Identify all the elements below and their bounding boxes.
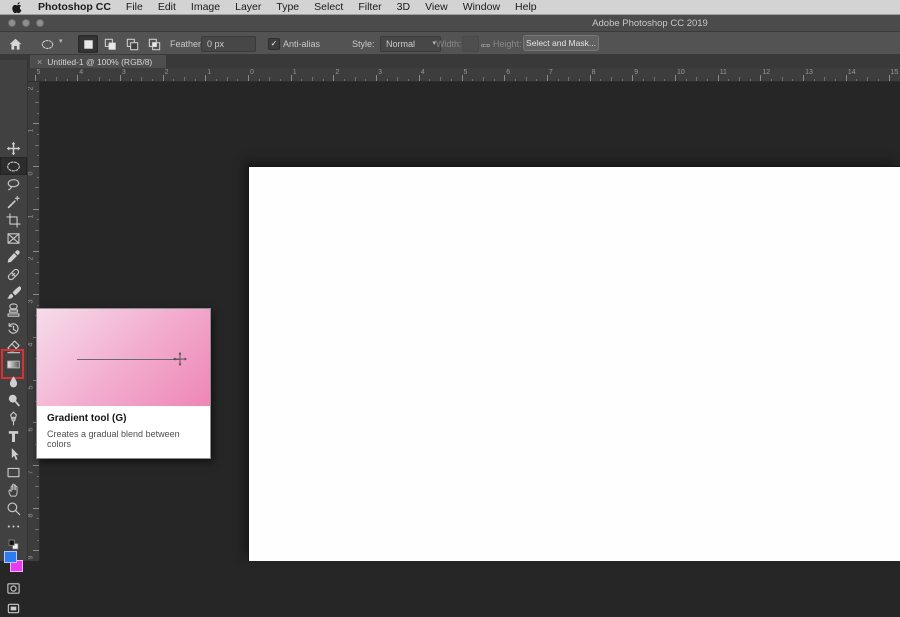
photoshop-window: Photoshop CC File Edit Image Layer Type Selec… bbox=[0, 0, 900, 561]
hand-tool[interactable] bbox=[0, 481, 27, 499]
feather-input[interactable]: 0 px bbox=[201, 36, 256, 52]
move-tool[interactable] bbox=[0, 139, 27, 157]
subtract-from-selection-button[interactable] bbox=[122, 35, 142, 53]
intersect-selection-button[interactable] bbox=[144, 35, 164, 53]
menu-bar: Photoshop CC File Edit Image Layer Type Selec… bbox=[0, 0, 900, 15]
quick-selection-tool[interactable] bbox=[0, 193, 27, 211]
menu-item-3d[interactable]: 3D bbox=[397, 1, 410, 13]
width-label: Width: bbox=[436, 39, 462, 49]
style-dropdown[interactable]: Normal ▾ bbox=[380, 36, 441, 52]
anti-alias-checkbox[interactable]: ✓ bbox=[268, 38, 280, 50]
options-bar: ▾ Feather: 0 px ✓ Anti-alias Style: Norm… bbox=[0, 31, 900, 55]
menu-item-help[interactable]: Help bbox=[515, 1, 537, 13]
gradient-drag-line bbox=[77, 359, 179, 360]
close-tab-icon[interactable]: × bbox=[37, 57, 42, 67]
healing-brush-tool[interactable] bbox=[0, 265, 27, 283]
add-to-selection-button[interactable] bbox=[100, 35, 120, 53]
link-dimensions-icon[interactable] bbox=[480, 38, 491, 56]
tool-preset-icon[interactable] bbox=[40, 37, 55, 57]
style-label: Style: bbox=[352, 39, 375, 49]
type-tool[interactable] bbox=[0, 427, 27, 445]
menu-item-layer[interactable]: Layer bbox=[235, 1, 261, 13]
eyedropper-tool[interactable] bbox=[0, 247, 27, 265]
gradient-tool-tooltip: Gradient tool (G) Creates a gradual blen… bbox=[36, 308, 211, 459]
tooltip-description: Creates a gradual blend between colors bbox=[47, 429, 200, 449]
horizontal-ruler[interactable]: 543210123456789101112131415 bbox=[28, 68, 900, 82]
edit-toolbar[interactable] bbox=[0, 517, 27, 535]
minimize-window-button[interactable] bbox=[22, 19, 30, 27]
apple-menu-icon[interactable] bbox=[12, 1, 23, 14]
clone-stamp-tool[interactable] bbox=[0, 301, 27, 319]
window-title: Adobe Photoshop CC 2019 bbox=[592, 18, 708, 29]
close-window-button[interactable] bbox=[8, 19, 16, 27]
menu-item-type[interactable]: Type bbox=[276, 1, 299, 13]
selection-mode-buttons bbox=[78, 35, 164, 53]
menu-item-window[interactable]: Window bbox=[463, 1, 500, 13]
menu-item-image[interactable]: Image bbox=[191, 1, 220, 13]
tooltip-title: Gradient tool (G) bbox=[47, 413, 200, 424]
select-and-mask-button[interactable]: Select and Mask... bbox=[523, 35, 599, 51]
tools-panel bbox=[0, 60, 28, 561]
width-input[interactable] bbox=[462, 36, 479, 52]
color-swatches[interactable] bbox=[0, 550, 27, 576]
history-brush-tool[interactable] bbox=[0, 319, 27, 337]
path-selection-tool[interactable] bbox=[0, 445, 27, 463]
menu-item-view[interactable]: View bbox=[425, 1, 448, 13]
dodge-tool[interactable] bbox=[0, 391, 27, 409]
elliptical-marquee-tool[interactable] bbox=[0, 157, 27, 175]
menu-item-select[interactable]: Select bbox=[314, 1, 343, 13]
style-value: Normal bbox=[386, 37, 415, 51]
quick-mask-mode[interactable] bbox=[0, 579, 27, 597]
tab-bar: × Untitled-1 @ 100% (RGB/8) bbox=[0, 55, 900, 68]
document-tab-title: Untitled-1 @ 100% (RGB/8) bbox=[47, 57, 152, 67]
app-menu[interactable]: Photoshop CC bbox=[38, 1, 111, 13]
foreground-color-swatch[interactable] bbox=[4, 551, 17, 563]
anti-alias-label: Anti-alias bbox=[283, 39, 320, 49]
window-title-bar: Adobe Photoshop CC 2019 bbox=[0, 15, 900, 32]
gradient-tool[interactable] bbox=[0, 355, 27, 373]
frame-tool[interactable] bbox=[0, 229, 27, 247]
chevron-down-icon[interactable]: ▾ bbox=[59, 37, 63, 45]
home-icon[interactable] bbox=[8, 37, 23, 57]
tooltip-text: Gradient tool (G) Creates a gradual blen… bbox=[37, 406, 210, 458]
height-label: Height: bbox=[493, 39, 522, 49]
traffic-lights bbox=[8, 19, 44, 27]
menu-items: File Edit Image Layer Type Select Filter 3D View… bbox=[126, 1, 537, 13]
brush-tool[interactable] bbox=[0, 283, 27, 301]
crop-tool[interactable] bbox=[0, 211, 27, 229]
document-canvas[interactable] bbox=[248, 166, 900, 561]
zoom-window-button[interactable] bbox=[36, 19, 44, 27]
new-selection-button[interactable] bbox=[78, 35, 98, 53]
menu-item-file[interactable]: File bbox=[126, 1, 143, 13]
rectangle-tool[interactable] bbox=[0, 463, 27, 481]
zoom-tool[interactable] bbox=[0, 499, 27, 517]
screen-mode[interactable] bbox=[0, 599, 27, 617]
menu-item-edit[interactable]: Edit bbox=[158, 1, 176, 13]
gradient-preview bbox=[37, 309, 210, 406]
blur-tool[interactable] bbox=[0, 373, 27, 391]
lasso-tool[interactable] bbox=[0, 175, 27, 193]
pen-tool[interactable] bbox=[0, 409, 27, 427]
move-cursor-icon bbox=[173, 352, 187, 371]
eraser-tool[interactable] bbox=[0, 337, 27, 355]
feather-label: Feather: bbox=[170, 39, 204, 49]
menu-item-filter[interactable]: Filter bbox=[358, 1, 381, 13]
